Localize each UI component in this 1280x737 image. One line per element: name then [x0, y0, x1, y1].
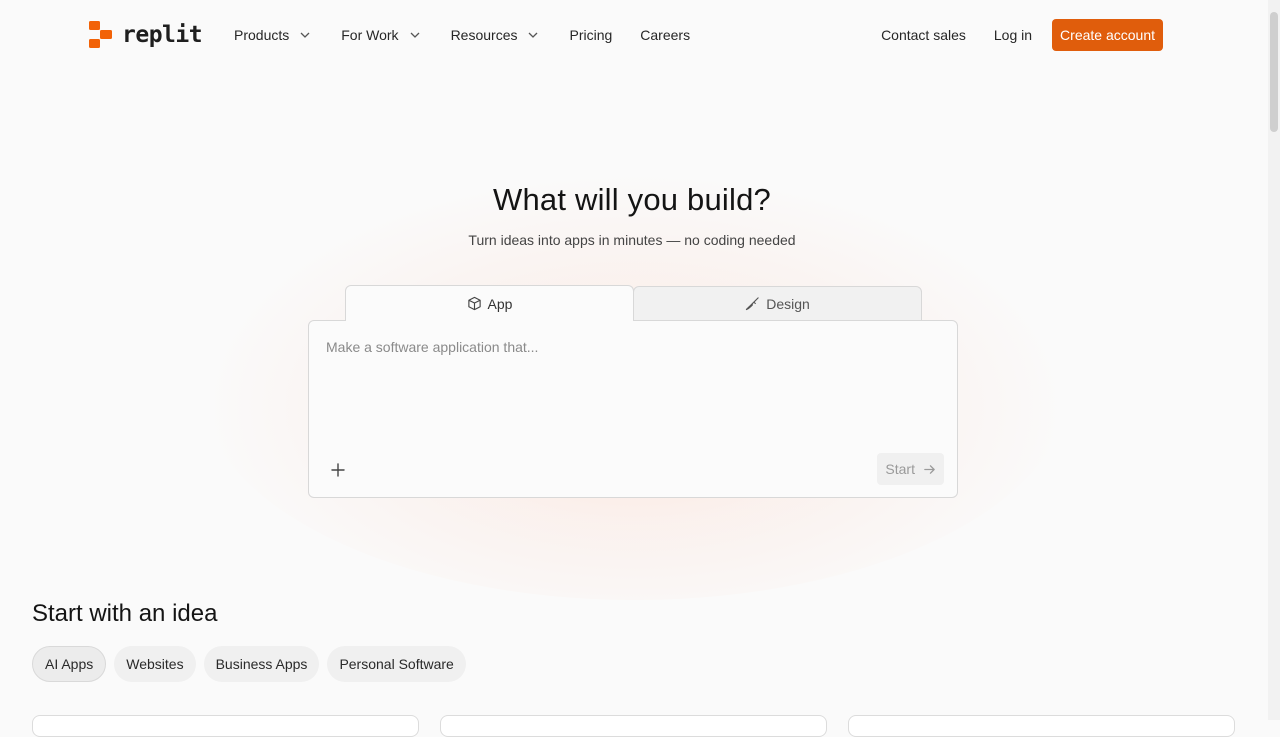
tab-design-label: Design [766, 295, 810, 312]
idea-card[interactable] [32, 715, 419, 737]
tab-app-label: App [487, 295, 513, 312]
prompt-box: Start [308, 320, 958, 498]
nav-pricing-label: Pricing [569, 27, 613, 43]
prompt-input[interactable] [326, 339, 926, 355]
tab-app[interactable]: App [345, 285, 634, 321]
cube-icon [467, 296, 481, 311]
nav-pricing[interactable]: Pricing [569, 24, 612, 46]
nav-resources[interactable]: Resources [451, 24, 540, 46]
plus-icon[interactable] [329, 461, 347, 479]
replit-logo-icon [89, 21, 113, 49]
nav-resources-label: Resources [450, 27, 518, 43]
scrollbar-thumb[interactable] [1270, 12, 1278, 132]
arrow-right-icon [924, 464, 935, 474]
hero-title: What will you build? [493, 182, 771, 217]
chip-websites[interactable]: Websites [114, 646, 196, 682]
chip-personal-software[interactable]: Personal Software [327, 646, 466, 682]
main-nav: Products For Work Resources Pricing Care… [234, 24, 690, 46]
log-in-link[interactable]: Log in [994, 27, 1032, 43]
create-account-button[interactable]: Create account [1052, 19, 1163, 51]
chevron-down-icon [529, 32, 538, 38]
nav-products[interactable]: Products [234, 24, 311, 46]
nav-for-work[interactable]: For Work [341, 24, 420, 46]
logo-text: replit [122, 22, 203, 48]
replit-logo[interactable]: replit [89, 20, 203, 50]
hero-subtitle: Turn ideas into apps in minutes — no cod… [468, 232, 796, 248]
ideas-section-title: Start with an idea [32, 600, 218, 627]
brush-icon [746, 297, 759, 311]
start-button-label: Start [885, 461, 915, 477]
chevron-down-icon [410, 32, 420, 38]
nav-products-label: Products [234, 27, 290, 43]
start-button[interactable]: Start [877, 453, 944, 485]
chevron-down-icon [300, 32, 310, 38]
site-header: replit Products For Work Resources Prici… [0, 0, 1268, 70]
header-actions: Contact sales Log in Create account [881, 19, 1163, 51]
nav-careers[interactable]: Careers [640, 24, 690, 46]
idea-card[interactable] [440, 715, 827, 737]
idea-card[interactable] [848, 715, 1235, 737]
idea-category-chips: AI Apps Websites Business Apps Personal … [32, 646, 466, 682]
nav-for-work-label: For Work [341, 27, 399, 43]
chip-business-apps[interactable]: Business Apps [203, 646, 320, 682]
contact-sales-link[interactable]: Contact sales [881, 27, 966, 43]
nav-careers-label: Careers [640, 27, 691, 43]
tab-design[interactable]: Design [633, 286, 922, 321]
chip-ai-apps[interactable]: AI Apps [32, 646, 107, 682]
page-scrollbar[interactable] [1268, 0, 1280, 720]
